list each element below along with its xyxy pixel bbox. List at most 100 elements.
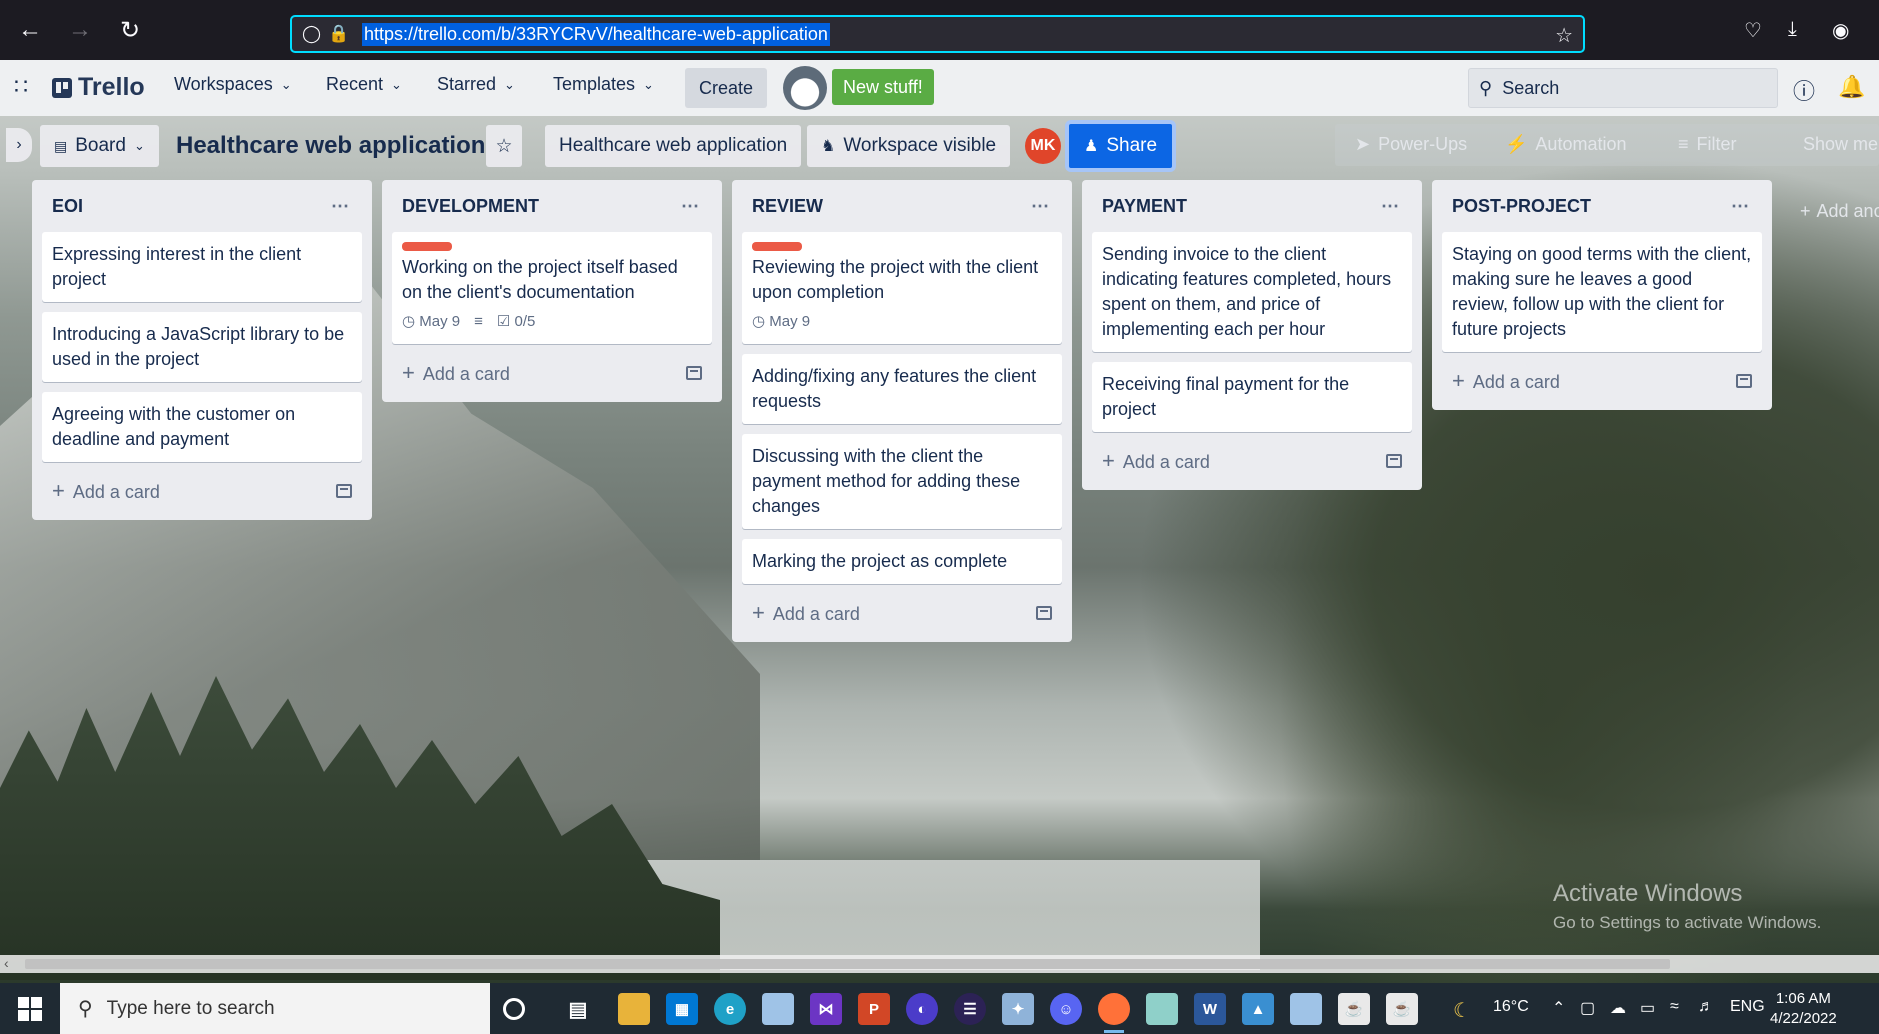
add-card-button[interactable]: + Add a card [1442,362,1762,400]
card[interactable]: Sending invoice to the client indicating… [1092,232,1412,352]
wifi-icon[interactable]: ≈ [1670,998,1679,1016]
due-date-badge[interactable]: ◷ May 9 [402,309,460,334]
card[interactable]: Reviewing the project with the client up… [742,232,1062,344]
card-template-icon[interactable] [686,366,702,380]
battery-icon[interactable]: ▭ [1640,998,1655,1018]
firefox-icon[interactable] [1098,993,1130,1033]
avatar[interactable]: MK [1025,128,1061,164]
show-menu-button[interactable]: Show menu [1803,134,1879,155]
list-title[interactable]: DEVELOPMENT [402,196,539,217]
add-another-list-button[interactable]: + Add another list [1800,195,1879,227]
add-card-button[interactable]: + Add a card [742,594,1062,632]
back-icon[interactable]: ← [10,10,50,50]
list-menu-icon[interactable]: ⋯ [1731,196,1750,217]
url-text[interactable]: https://trello.com/b/33RYCRvV/healthcare… [362,22,830,46]
horizontal-scrollbar[interactable]: ‹ [0,955,1879,973]
card-template-icon[interactable] [336,484,352,498]
list-title[interactable]: POST-PROJECT [1452,196,1591,217]
recent-menu[interactable]: Recent ⌄ [326,74,402,95]
power-ups-button[interactable]: ➤ Power-Ups [1355,134,1467,155]
bookmark-star-icon[interactable]: ☆ [1555,23,1573,48]
system-clock[interactable]: 1:06 AM 4/22/2022 [1770,989,1837,1029]
list-header[interactable]: POST-PROJECT ⋯ [1442,180,1762,232]
download-icon[interactable]: ⤓ [1788,18,1797,41]
address-bar[interactable]: ◯ 🔒 https://trello.com/b/33RYCRvV/health… [290,15,1585,53]
list-title[interactable]: PAYMENT [1102,196,1187,217]
java-app-icon[interactable]: ☕ [1338,993,1370,1025]
workspace-name-button[interactable]: Healthcare web application [545,125,802,167]
list-title[interactable]: REVIEW [752,196,823,217]
card-template-icon[interactable] [1386,454,1402,468]
app-switcher-icon[interactable]: ∷ [14,74,28,100]
star-board-icon[interactable]: ☆ [486,125,522,167]
shield-icon[interactable]: ◯ [302,24,328,44]
add-card-button[interactable]: + Add a card [392,354,712,392]
expand-sidebar-icon[interactable]: › [6,128,32,162]
info-icon[interactable]: ⓘ [1793,74,1815,106]
workspaces-menu[interactable]: Workspaces ⌄ [174,74,292,95]
scroll-left-icon[interactable]: ‹ [4,955,9,971]
lock-icon[interactable]: 🔒 [328,24,354,44]
volume-icon[interactable]: ♬ [1698,998,1714,1016]
card-template-icon[interactable] [1036,606,1052,620]
list-menu-icon[interactable]: ⋯ [331,196,350,217]
list-menu-icon[interactable]: ⋯ [681,196,700,217]
card[interactable]: Adding/fixing any features the client re… [742,354,1062,424]
photos-icon[interactable]: ▲ [1242,993,1274,1025]
create-button[interactable]: Create [685,68,767,108]
microsoft-store-icon[interactable]: ▦ [666,993,698,1025]
new-stuff-button[interactable]: New stuff! [832,69,934,105]
card[interactable]: Introducing a JavaScript library to be u… [42,312,362,382]
card-template-icon[interactable] [1736,374,1752,388]
pocket-icon[interactable]: ♡ [1744,18,1762,43]
file-explorer-icon[interactable] [618,993,650,1025]
add-card-button[interactable]: + Add a card [1092,442,1412,480]
notes-app-icon[interactable] [1146,993,1178,1025]
onedrive-cloud-icon[interactable]: ☁ [1610,998,1626,1018]
3d-box-app-icon[interactable] [762,993,794,1025]
starred-menu[interactable]: Starred ⌄ [437,74,515,95]
card[interactable]: Staying on good terms with the client, m… [1442,232,1762,352]
list-menu-icon[interactable]: ⋯ [1031,196,1050,217]
list-menu-icon[interactable]: ⋯ [1381,196,1400,217]
reload-icon[interactable]: ↻ [110,10,150,50]
card[interactable]: Receiving final payment for the project [1092,362,1412,432]
windows-start-icon[interactable] [18,997,42,1021]
board-view-switcher[interactable]: ▤ Board ⌄ [40,125,159,167]
edge-browser-icon[interactable]: e [714,993,746,1025]
java-app-2-icon[interactable]: ☕ [1386,993,1418,1025]
due-date-badge[interactable]: ◷ May 9 [752,309,810,334]
word-icon[interactable]: W [1194,993,1226,1025]
list-header[interactable]: EOI ⋯ [42,180,362,232]
filter-button[interactable]: ≡ Filter [1678,134,1737,155]
meet-now-icon[interactable]: ▢ [1580,998,1595,1018]
list-title[interactable]: EOI [52,196,83,217]
card[interactable]: Agreeing with the customer on deadline a… [42,392,362,462]
discord-icon[interactable]: ☺ [1050,993,1082,1025]
visibility-button[interactable]: ♞ Workspace visible [807,125,1011,167]
taskbar-search-input[interactable]: ⚲ Type here to search [60,983,490,1034]
board-title[interactable]: Healthcare web application [176,125,485,167]
paint-app-icon[interactable]: ✦ [1002,993,1034,1025]
powerpoint-icon[interactable]: P [858,993,890,1025]
scrollbar-thumb[interactable] [25,959,1670,969]
chevron-up-icon[interactable]: ⌃ [1552,998,1565,1018]
eclipse-ide-icon[interactable]: ☰ [954,993,986,1025]
notifications-bell-icon[interactable]: 🔔 [1838,74,1865,100]
card[interactable]: Expressing interest in the client projec… [42,232,362,302]
search-input[interactable]: ⚲ Search [1468,68,1778,108]
forward-icon[interactable]: → [60,10,100,50]
visual-studio-icon[interactable]: ⋈ [810,993,842,1025]
eclipse-app-icon[interactable]: ◐ [906,993,938,1025]
add-card-button[interactable]: + Add a card [42,472,362,510]
trello-logo[interactable]: Trello [52,73,145,102]
card[interactable]: Discussing with the client the payment m… [742,434,1062,529]
input-language[interactable]: ENG [1730,998,1765,1016]
share-button[interactable]: ♟ Share [1065,120,1177,172]
templates-menu[interactable]: Templates ⌄ [553,74,654,95]
automation-button[interactable]: ⚡ Automation [1505,134,1626,155]
list-header[interactable]: PAYMENT ⋯ [1092,180,1412,232]
task-view-icon[interactable]: ▤ [562,993,594,1025]
weather-moon-icon[interactable]: ☾ [1453,998,1471,1023]
list-header[interactable]: REVIEW ⋯ [742,180,1062,232]
